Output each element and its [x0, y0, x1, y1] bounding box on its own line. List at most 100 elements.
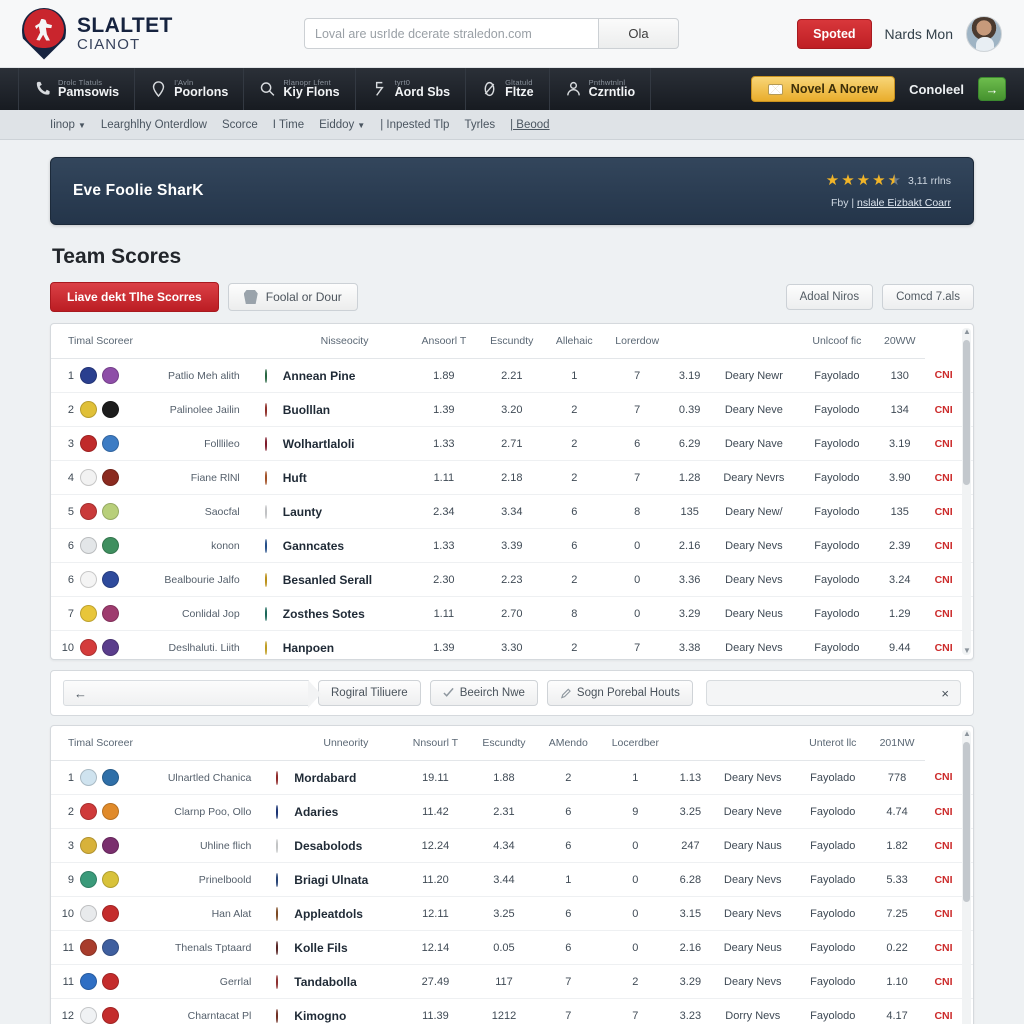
nav-link-conoleel[interactable]: Conoleel — [909, 82, 964, 97]
banner-link[interactable]: nslale Eizbakt Coarr — [857, 197, 951, 209]
nav-item-aord-sbs[interactable]: tyrt0 Aord Sbs — [356, 68, 467, 110]
table-row[interactable]: 10 Han Alat Appleatdols 12.11 3.25 6 0 3.15 Dear… — [51, 896, 973, 931]
search-input[interactable] — [304, 18, 598, 49]
team-crest-icon — [80, 769, 97, 786]
table-row[interactable]: 3 Uhline flich Desabolods 12.24 4.34 6 0 247 Dea… — [51, 828, 973, 863]
col2-locerdber[interactable]: Locerdber — [599, 726, 672, 761]
promo-button[interactable]: Novel A Norew — [750, 76, 896, 102]
tab-foolal-or-dour[interactable]: Foolal or Dour — [227, 283, 358, 311]
nav-item-fltze[interactable]: Gltatuld Fltze — [466, 68, 550, 110]
row-value-4: 0 — [603, 562, 671, 597]
col2-escundty[interactable]: Escundty — [470, 726, 538, 761]
col2-amendo[interactable]: AMendo — [537, 726, 600, 761]
col2-unterot-llc[interactable]: Unterot llc — [796, 726, 870, 761]
table-row[interactable]: 11 Thenals Tptaard Kolle Fils 12.14 0.05 6 0 2.… — [51, 930, 973, 965]
col-allehaic[interactable]: Allehaic — [545, 324, 604, 359]
col2-201nw[interactable]: 201NW — [869, 726, 926, 761]
sogn-porebal-houts-button[interactable]: Sogn Porebal Houts — [546, 680, 693, 706]
vertical-scrollbar-2[interactable]: ▲ — [962, 730, 971, 1024]
nav-item-poorlons[interactable]: I'Avln Poorlons — [135, 68, 245, 110]
row-name[interactable]: Launty — [279, 494, 410, 529]
back-breadcrumb[interactable]: ← — [63, 680, 321, 708]
nav-item-czrntlio[interactable]: Pnthwtnlnl Czrntlio — [550, 68, 652, 110]
row-name[interactable]: Besanled Serall — [279, 562, 410, 597]
col2-timal-scoreer[interactable]: Timal Scoreer — [51, 726, 292, 761]
table-row[interactable]: 10 Deslhaluti. Liith Hanpoen 1.39 3.30 2 7 3.38… — [51, 630, 973, 659]
tab-live-scores[interactable]: Liave dekt Tlhe Scorres — [50, 282, 219, 312]
table-row[interactable]: 2 Palinolee Jailin Buolllan 1.39 3.20 2 7 0.39 D… — [51, 392, 973, 427]
row-name[interactable]: Desabolods — [291, 828, 401, 863]
row-value-5: 247 — [671, 828, 710, 863]
arrow-right-button[interactable]: → — [978, 77, 1006, 101]
table-row[interactable]: 2 Clarnp Poo, Ollo Adaries 11.42 2.31 6 9 3.25 D… — [51, 794, 973, 829]
user-name-label[interactable]: Nards Mon — [885, 26, 953, 42]
col-escundty[interactable]: Escundty — [478, 324, 546, 359]
breadcrumb-item-2[interactable]: Scorce — [222, 119, 258, 131]
row-name[interactable]: Mordabard — [291, 760, 401, 795]
row-name[interactable]: Buolllan — [279, 392, 410, 427]
row-name[interactable]: Tandabolla — [291, 964, 401, 999]
col-ansoorl-t[interactable]: Ansoorl T — [409, 324, 479, 359]
table-row[interactable]: 9 Prinelboold Briagi Ulnata 11.20 3.44 1 0 6.28… — [51, 862, 973, 897]
col-20ww[interactable]: 20WW — [874, 324, 926, 359]
table-row[interactable]: 5 Saocfal Launty 2.34 3.34 6 8 135 Deary New/Fay… — [51, 494, 973, 529]
comcd-zals-button[interactable]: Comcd 7.als — [882, 284, 974, 310]
table-row[interactable]: 4 Fiane RlNl Huft 1.11 2.18 2 7 1.28 Deary Nevrs… — [51, 460, 973, 495]
row-value-5: 1.13 — [671, 760, 710, 795]
table-row[interactable]: 1 Patlio Meh alith Annean Pine 1.89 2.21 1 7 3.… — [51, 358, 973, 393]
breadcrumb-item-1[interactable]: Learghlhy Onterdlow — [101, 119, 207, 131]
vertical-scrollbar-1[interactable]: ▲ ▼ — [962, 328, 971, 655]
filter-input[interactable]: × — [705, 680, 961, 706]
row-name[interactable]: Ganncates — [279, 528, 410, 563]
row-value-6: 9.44 — [874, 630, 926, 659]
row-name[interactable]: Huft — [279, 460, 410, 495]
row-value-3: 6 — [537, 828, 600, 863]
tab-row: Liave dekt Tlhe Scorres Foolal or Dour A… — [50, 282, 974, 312]
nav-item-pamsowis[interactable]: Drolc Tlatuls Pamsowis — [18, 68, 136, 110]
row-crest-pair — [77, 964, 129, 999]
table-row[interactable]: 6 konon Ganncates 1.33 3.39 6 0 2.16 Deary Nevs F… — [51, 528, 973, 563]
row-name[interactable]: Wolhartlaloli — [279, 426, 410, 461]
row-crest-pair — [77, 562, 129, 597]
row-crest-pair — [77, 426, 129, 461]
brand-logo[interactable]: SLALTET CIANOT — [22, 7, 272, 60]
close-icon[interactable]: × — [941, 686, 949, 701]
row-name[interactable]: Adaries — [291, 794, 401, 829]
col-timal-scoreer[interactable]: Timal Scoreer — [51, 324, 280, 359]
row-name[interactable]: Hanpoen — [279, 630, 410, 659]
table-row[interactable]: 1 Ulnartled Chanica Mordabard 19.11 1.88 2 1 1.… — [51, 760, 973, 795]
table-row[interactable]: 7 Conlidal Jop Zosthes Sotes 1.11 2.70 8 0 3.29… — [51, 596, 973, 631]
row-name[interactable]: Zosthes Sotes — [279, 596, 410, 631]
scroll-up-arrow-icon[interactable]: ▲ — [963, 328, 971, 336]
scroll-up-arrow-icon[interactable]: ▲ — [963, 730, 971, 738]
row-name[interactable]: Kolle Fils — [291, 930, 401, 965]
scroll-down-arrow-icon[interactable]: ▼ — [963, 647, 971, 655]
pen-icon — [560, 688, 571, 699]
row-name[interactable]: Annean Pine — [279, 358, 410, 393]
table-row[interactable]: 6 Bealbourie Jalfo Besanled Serall 2.30 2.23… — [51, 562, 973, 597]
breadcrumb-item-3[interactable]: I Time — [273, 119, 304, 131]
row-name[interactable]: Appleatdols — [291, 896, 401, 931]
breadcrumb-item-7[interactable]: | Beood — [510, 119, 549, 131]
breadcrumb-item-5[interactable]: | Inpested Tlp — [380, 119, 449, 131]
col-unlcoof-fic[interactable]: Unlcoof fic — [799, 324, 875, 359]
spot-button[interactable]: Spoted — [797, 18, 872, 49]
table-row[interactable]: 12 Charntacat Pl Kimogno 11.39 1212 7 7 3.23 Dor… — [51, 998, 973, 1024]
table-row[interactable]: 11 Gerrlal Tandabolla 27.49 117 7 2 3.29 Deary N… — [51, 964, 973, 999]
row-name[interactable]: Briagi Ulnata — [291, 862, 401, 897]
breadcrumb-item-6[interactable]: Tyrles — [464, 119, 495, 131]
col-lorerdow[interactable]: Lorerdow — [603, 324, 671, 359]
col2-unneority[interactable]: Unneority — [291, 726, 401, 761]
rogiral-tiliuere-button[interactable]: Rogiral Tiliuere — [318, 680, 421, 706]
row-name[interactable]: Kimogno — [291, 998, 401, 1024]
breadcrumb-item-0[interactable]: Iinop ▼ — [50, 119, 86, 131]
breadcrumb-item-4[interactable]: Eiddoy ▼ — [319, 119, 365, 131]
avatar[interactable] — [966, 15, 1002, 52]
nav-item-kiy-flons[interactable]: Rlanopr Lfent Kiy Flons — [244, 68, 356, 110]
adoal-niros-button[interactable]: Adoal Niros — [785, 284, 874, 310]
search-submit-button[interactable]: Ola — [598, 18, 679, 49]
beeirch-nwe-button[interactable]: Beeirch Nwe — [429, 680, 538, 706]
col-nisseocity[interactable]: Nisseocity — [279, 324, 410, 359]
table-row[interactable]: 3 Folllileo Wolhartlaloli 1.33 2.71 2 6 6.29 Dea… — [51, 426, 973, 461]
col2-nnsourl-t[interactable]: Nnsourl T — [400, 726, 471, 761]
